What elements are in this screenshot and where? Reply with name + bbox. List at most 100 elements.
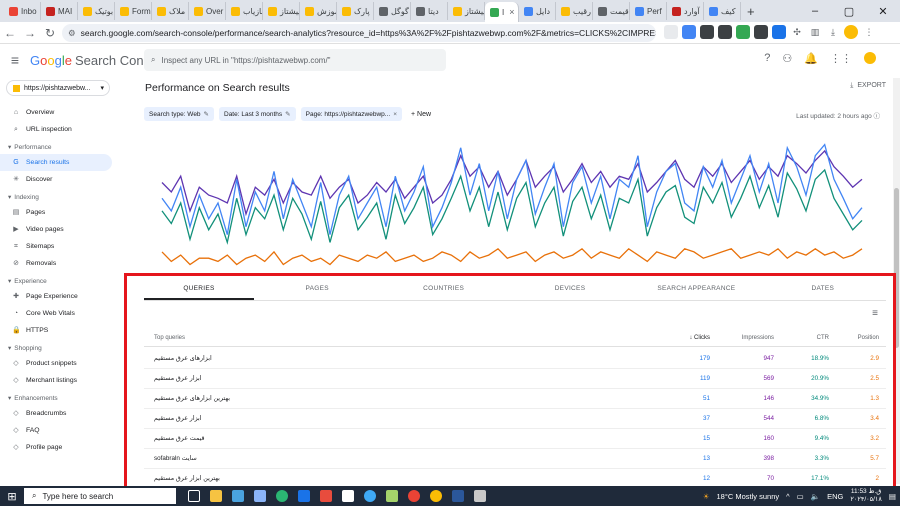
- table-row[interactable]: بهترین ابزارهای عرق مستقیم 51 146 34.9% 1.3: [144, 389, 886, 409]
- filter-chip[interactable]: Search type: Web ✎: [144, 107, 214, 121]
- app-icon[interactable]: [320, 490, 332, 502]
- extension-icon[interactable]: [700, 25, 714, 39]
- app-icon[interactable]: [474, 490, 486, 502]
- app-icon[interactable]: [386, 490, 398, 502]
- browser-tab[interactable]: بوتیک: [78, 2, 115, 20]
- minimize-button[interactable]: –: [798, 5, 832, 17]
- export-button[interactable]: ⤓ EXPORT: [850, 82, 886, 90]
- reload-icon[interactable]: ↻: [40, 26, 60, 40]
- tab-pages[interactable]: PAGES: [254, 277, 380, 300]
- filter-chip[interactable]: Page: https://pishtazwebwp... ×: [300, 107, 402, 121]
- col-top-queries[interactable]: Top queries: [144, 335, 576, 341]
- clock[interactable]: 11:53 ق.ظ ۲۰۲۴/۰۵/۱۸: [850, 488, 882, 504]
- sidebar-item-video-pages[interactable]: ▶ Video pages: [0, 221, 124, 238]
- sidebar-item-page-experience[interactable]: ✚ Page Experience: [0, 288, 124, 305]
- extension-icon[interactable]: [754, 25, 768, 39]
- browser-tab[interactable]: Form: [115, 2, 152, 20]
- site-info-icon[interactable]: ⚙: [68, 28, 76, 39]
- browser-tab[interactable]: آوارد: [667, 2, 704, 20]
- language-indicator[interactable]: ENG: [827, 492, 843, 501]
- sidepanel-icon[interactable]: ▥: [808, 25, 822, 39]
- extension-icon[interactable]: [772, 25, 786, 39]
- browser-tab[interactable]: ملاک: [152, 2, 189, 20]
- scrollbar-thumb[interactable]: [894, 188, 899, 348]
- tab-search-appearance[interactable]: SEARCH APPEARANCE: [633, 277, 759, 300]
- maximize-button[interactable]: ▢: [832, 5, 866, 18]
- taskbar-search[interactable]: ⌕ Type here to search: [24, 488, 176, 504]
- sidebar-item-removals[interactable]: ⊘ Removals: [0, 255, 124, 272]
- apps-grid-icon[interactable]: ⋮⋮: [830, 52, 852, 65]
- windows-start-icon[interactable]: ⊞: [0, 490, 24, 503]
- url-inspect-input[interactable]: ⌕ Inspect any URL in "https://pishtazweb…: [144, 49, 446, 71]
- tab-countries[interactable]: COUNTRIES: [380, 277, 506, 300]
- browser-tab[interactable]: MAI: [41, 2, 78, 20]
- sidebar-item-url-inspection[interactable]: ⌕ URL inspection: [0, 121, 124, 138]
- browser-menu-icon[interactable]: ⋮: [862, 25, 876, 39]
- sidebar-item-product-snippets[interactable]: ◇ Product snippets: [0, 355, 124, 372]
- people-icon[interactable]: ⚇: [782, 52, 792, 65]
- browser-tab[interactable]: پیشتاز: [263, 2, 300, 20]
- sidebar-item-discover[interactable]: ✳ Discover: [0, 171, 124, 188]
- sidebar-item-faq[interactable]: ◇ FAQ: [0, 422, 124, 439]
- store-icon[interactable]: [298, 490, 310, 502]
- browser-tab[interactable]: I ×: [485, 2, 519, 22]
- table-row[interactable]: ابزار عرق مستقیم 37 544 6.8% 3.4: [144, 409, 886, 429]
- mail-icon[interactable]: [232, 490, 244, 502]
- sidebar-item-profile-page[interactable]: ◇ Profile page: [0, 439, 124, 456]
- tab-close-icon[interactable]: ×: [509, 7, 514, 17]
- sidebar-item-pages[interactable]: ▤ Pages: [0, 204, 124, 221]
- profile-avatar[interactable]: [844, 25, 858, 39]
- browser-tab[interactable]: کیف: [704, 2, 741, 20]
- edge-icon[interactable]: [276, 490, 288, 502]
- chrome-icon[interactable]: [430, 490, 442, 502]
- table-row[interactable]: قیمت عرق مستقیم 15 160 9.4% 3.2: [144, 429, 886, 449]
- page-scrollbar[interactable]: [893, 78, 900, 484]
- extension-icon[interactable]: [664, 25, 678, 39]
- browser-tab[interactable]: بازیاب: [226, 2, 263, 20]
- filter-icon[interactable]: ≡: [872, 308, 878, 319]
- sidebar-item-overview[interactable]: ⌂ Overview: [0, 104, 124, 121]
- browser-tab[interactable]: پیشتاز: [448, 2, 485, 20]
- edit-icon[interactable]: ✎: [285, 110, 290, 118]
- weather-icon[interactable]: ☀: [703, 492, 710, 501]
- network-icon[interactable]: ▭: [797, 492, 804, 501]
- browser-tab[interactable]: رقیب: [556, 2, 593, 20]
- browser-tab[interactable]: آموزش: [300, 2, 337, 20]
- sidebar-item-breadcrumbs[interactable]: ◇ Breadcrumbs: [0, 405, 124, 422]
- table-row[interactable]: ابزار عرق مستقیم 119 569 20.9% 2.5: [144, 369, 886, 389]
- sidebar-item-https[interactable]: 🔒 HTTPS: [0, 322, 124, 339]
- browser-tab[interactable]: Over: [189, 2, 226, 20]
- browser-tab[interactable]: قیمت: [593, 2, 630, 20]
- task-view-icon[interactable]: [188, 490, 200, 502]
- close-icon[interactable]: ×: [393, 111, 397, 118]
- browser-tab[interactable]: Perf: [630, 2, 667, 20]
- hamburger-menu-icon[interactable]: ≡: [0, 52, 30, 68]
- extension-icon[interactable]: [682, 25, 696, 39]
- extension-icon[interactable]: [736, 25, 750, 39]
- bell-icon[interactable]: 🔔: [804, 52, 818, 65]
- table-row[interactable]: ابزارهای عرق مستقیم 179 947 18.9% 2.9: [144, 349, 886, 369]
- browser-tab[interactable]: دایل: [519, 2, 556, 20]
- browser-tab[interactable]: دیتا: [411, 2, 448, 20]
- app-icon[interactable]: [364, 490, 376, 502]
- tab-queries[interactable]: QUERIES: [144, 277, 254, 300]
- sidebar-item-core-web-vitals[interactable]: ◔ Core Web Vitals: [0, 305, 124, 322]
- table-row[interactable]: sofabraln سایت 13 398 3.3% 5.7: [144, 449, 886, 469]
- sidebar-section-header[interactable]: ▾ Indexing: [0, 188, 124, 204]
- tab-devices[interactable]: DEVICES: [507, 277, 633, 300]
- sidebar-item-merchant-listings[interactable]: ◇ Merchant listings: [0, 372, 124, 389]
- file-explorer-icon[interactable]: [210, 490, 222, 502]
- photos-icon[interactable]: [254, 490, 266, 502]
- sidebar-item-search-results[interactable]: G Search results: [0, 154, 112, 171]
- sidebar-section-header[interactable]: ▾ Enhancements: [0, 389, 124, 405]
- volume-icon[interactable]: 🔈: [811, 492, 820, 501]
- add-filter-button[interactable]: + New: [411, 111, 431, 118]
- extension-icon[interactable]: [718, 25, 732, 39]
- sidebar-section-header[interactable]: ▾ Experience: [0, 272, 124, 288]
- edit-icon[interactable]: ✎: [204, 110, 209, 118]
- weather-text[interactable]: 18°C Mostly sunny: [717, 492, 780, 501]
- puzzle-icon[interactable]: ✣: [790, 25, 804, 39]
- back-icon[interactable]: ←: [0, 26, 20, 40]
- tray-chevron-icon[interactable]: ^: [786, 492, 790, 501]
- tab-dates[interactable]: DATES: [760, 277, 886, 300]
